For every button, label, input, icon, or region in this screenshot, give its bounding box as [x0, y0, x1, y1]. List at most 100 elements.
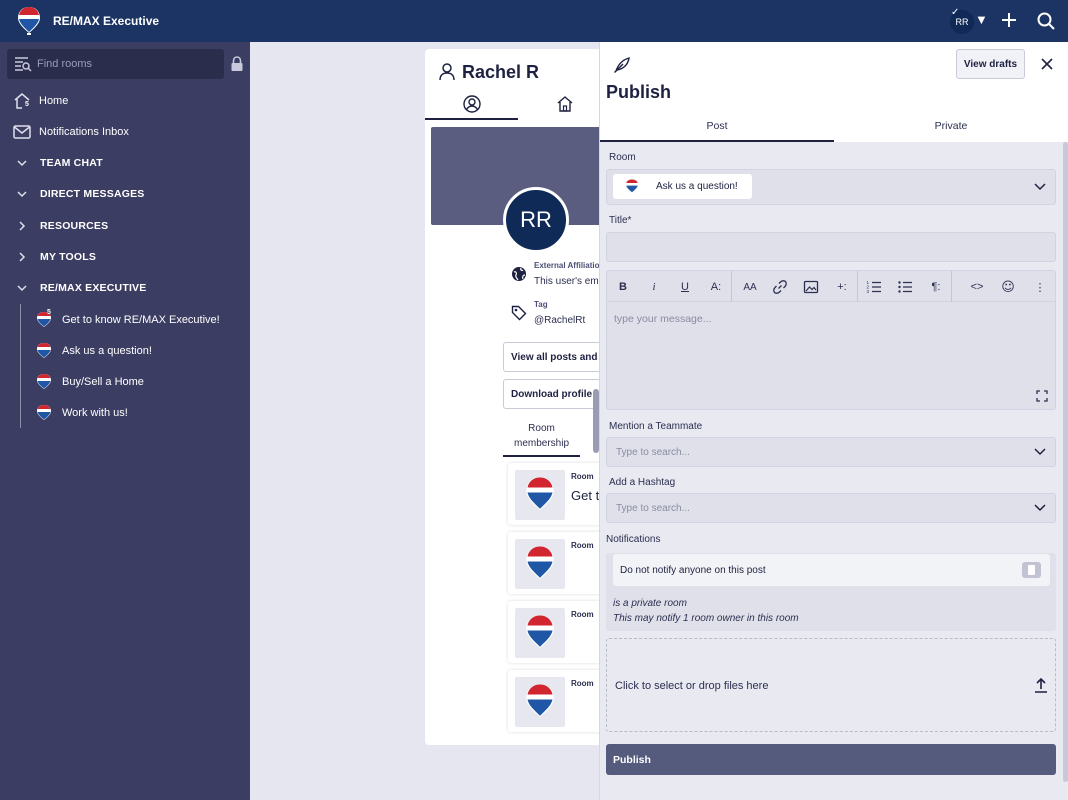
- sidebar: 5 Home Notifications Inbox TEAM CHAT DIR…: [0, 42, 250, 800]
- room-label: Get to know RE/MAX Executive!: [62, 314, 220, 326]
- remax-balloon-icon: [625, 179, 639, 193]
- mention-select[interactable]: Type to search...: [606, 437, 1056, 467]
- italic-button[interactable]: i: [646, 279, 662, 295]
- notifications-box: Do not notify anyone on this post is a p…: [606, 553, 1056, 631]
- title-input[interactable]: [606, 232, 1056, 262]
- section-label: DIRECT MESSAGES: [40, 188, 145, 200]
- notify-option-row[interactable]: Do not notify anyone on this post: [613, 554, 1050, 586]
- chevron-down-icon: [1034, 504, 1046, 512]
- private-note-line1: is a private room: [613, 598, 687, 609]
- sidebar-section-direct-messages[interactable]: DIRECT MESSAGES: [0, 180, 250, 208]
- remax-balloon-icon: 5: [36, 309, 52, 329]
- remax-logo-icon[interactable]: [17, 6, 41, 36]
- mention-label: Mention a Teammate: [609, 421, 703, 432]
- notify-toggle[interactable]: [1022, 562, 1041, 578]
- search-icon[interactable]: [1036, 10, 1056, 32]
- room-label: Work with us!: [62, 407, 128, 419]
- more-options-icon[interactable]: ⋮: [1032, 279, 1048, 295]
- expand-icon[interactable]: [1036, 390, 1048, 402]
- remax-logo-icon: [515, 470, 565, 520]
- insert-button[interactable]: +:: [834, 279, 850, 295]
- membership-card[interactable]: Room: [508, 532, 605, 594]
- globe-icon: [512, 267, 526, 281]
- find-rooms-box[interactable]: [7, 49, 224, 79]
- close-icon[interactable]: [1039, 56, 1055, 72]
- sidebar-section-resources[interactable]: RESOURCES: [0, 212, 250, 240]
- file-drop-zone[interactable]: Click to select or drop files here: [606, 638, 1056, 732]
- membership-label: Room: [571, 610, 594, 619]
- membership-card[interactable]: Room: [508, 601, 605, 663]
- profile-tab-home-icon[interactable]: [556, 95, 574, 113]
- profile-tab-user-icon[interactable]: [463, 95, 481, 113]
- publish-scrollbar[interactable]: [1063, 142, 1068, 782]
- editor-toolbar: B i U A: AA +: 1 2 3 ¶: <> ☺ ⋮: [606, 270, 1056, 303]
- toolbar-separator: [731, 271, 732, 303]
- hashtag-select[interactable]: Type to search...: [606, 493, 1056, 523]
- sidebar-section-team-chat[interactable]: TEAM CHAT: [0, 149, 250, 177]
- bullet-list-icon[interactable]: [897, 279, 913, 295]
- plus-icon[interactable]: [999, 9, 1019, 31]
- link-icon[interactable]: [772, 279, 788, 295]
- home-badge: 5: [25, 101, 29, 108]
- underline-button[interactable]: U: [677, 279, 693, 295]
- emoji-icon[interactable]: ☺: [1000, 279, 1016, 295]
- account-caret-icon[interactable]: ▼: [975, 12, 988, 27]
- sidebar-room-work-with-us[interactable]: Work with us!: [36, 400, 246, 426]
- image-icon[interactable]: [803, 279, 819, 295]
- remax-logo-icon: [515, 608, 565, 658]
- code-button[interactable]: <>: [969, 279, 985, 295]
- profile-name: Rachel R: [462, 62, 540, 82]
- tag-icon: [511, 305, 527, 321]
- message-editor[interactable]: type your message...: [606, 302, 1056, 410]
- chevron-down-icon: [1034, 183, 1046, 191]
- sidebar-item-home[interactable]: 5 Home: [0, 87, 250, 115]
- publish-button[interactable]: Publish: [606, 744, 1056, 775]
- membership-card[interactable]: Room Get to know RE/MAX Executive!: [508, 463, 605, 525]
- private-note-line2: This may notify 1 room owner in this roo…: [613, 613, 799, 624]
- drop-zone-label: Click to select or drop files here: [615, 680, 769, 692]
- tab-post[interactable]: Post: [600, 120, 834, 132]
- top-bar: RE/MAX Executive ✓ RR ▼: [0, 0, 1068, 42]
- publish-header: Publish View drafts Post Private: [600, 42, 1068, 142]
- status-check-icon: ✓: [951, 7, 960, 18]
- font-size-button[interactable]: AA: [739, 279, 761, 295]
- private-room-note: is a private room This may notify 1 room…: [613, 596, 799, 626]
- sidebar-section-remax-executive[interactable]: RE/MAX EXECUTIVE: [0, 274, 250, 302]
- sidebar-room-buy-sell[interactable]: Buy/Sell a Home: [36, 369, 246, 395]
- svg-text:3: 3: [867, 289, 870, 294]
- sidebar-item-notifications[interactable]: Notifications Inbox: [0, 118, 250, 146]
- bold-button[interactable]: B: [615, 279, 631, 295]
- download-profile-button[interactable]: Download profile: [503, 379, 605, 409]
- sidebar-room-ask-question[interactable]: Ask us a question!: [36, 338, 246, 364]
- view-drafts-button[interactable]: View drafts: [956, 49, 1025, 79]
- membership-label: Room: [571, 679, 594, 688]
- user-avatar[interactable]: ✓ RR: [950, 7, 974, 34]
- remax-balloon-icon: [36, 373, 52, 391]
- toolbar-separator: [857, 271, 858, 303]
- room-select[interactable]: Ask us a question!: [606, 169, 1056, 205]
- lock-icon[interactable]: [230, 56, 244, 72]
- membership-label: Room: [571, 541, 594, 550]
- editor-placeholder: type your message...: [614, 313, 712, 325]
- tag-label: Tag: [534, 300, 548, 309]
- membership-card[interactable]: Room: [508, 670, 605, 732]
- filter-search-icon: [15, 57, 32, 72]
- ordered-list-icon[interactable]: 1 2 3: [866, 279, 882, 295]
- section-label: MY TOOLS: [40, 251, 97, 263]
- view-all-posts-button[interactable]: View all posts and replies: [503, 342, 605, 372]
- section-label: RESOURCES: [40, 220, 109, 232]
- paragraph-button[interactable]: ¶:: [928, 279, 944, 295]
- upload-icon: [1035, 677, 1047, 693]
- room-membership-tab[interactable]: Room membership: [503, 421, 580, 451]
- sidebar-item-label: Notifications Inbox: [39, 126, 129, 138]
- room-tree-line: [20, 304, 21, 428]
- room-membership-indicator: [503, 455, 580, 457]
- text-style-button[interactable]: A:: [708, 279, 724, 295]
- find-rooms-input[interactable]: [37, 54, 217, 74]
- app-title: RE/MAX Executive: [53, 14, 160, 28]
- remax-logo-icon: [515, 539, 565, 589]
- sidebar-section-my-tools[interactable]: MY TOOLS: [0, 243, 250, 271]
- tab-private[interactable]: Private: [834, 120, 1068, 132]
- publish-panel: Publish View drafts Post Private Room As…: [599, 42, 1068, 800]
- sidebar-room-get-to-know[interactable]: 5 Get to know RE/MAX Executive!: [36, 307, 246, 333]
